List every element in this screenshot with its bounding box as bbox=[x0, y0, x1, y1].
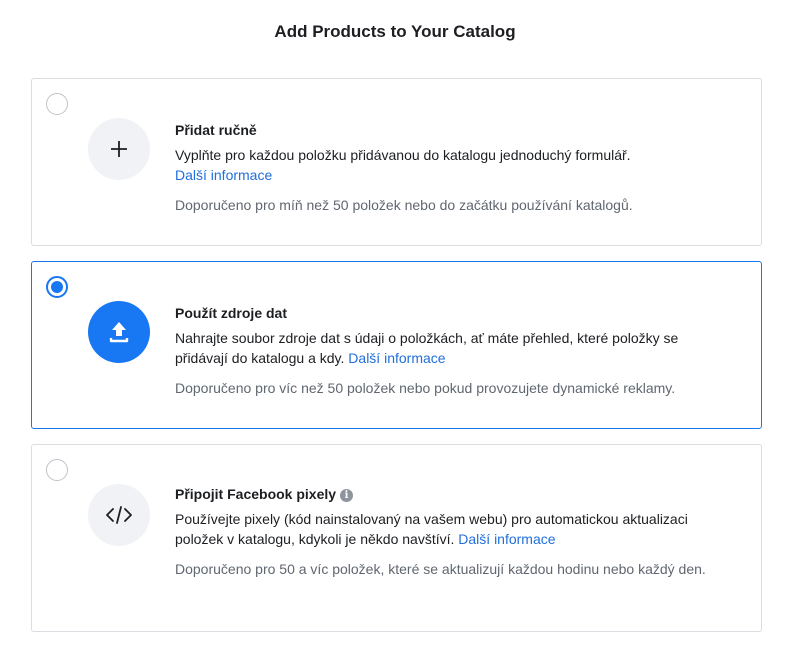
option-content: Přidat ručně Vyplňte pro každou položku … bbox=[175, 121, 721, 215]
option-title: Použít zdroje dat bbox=[175, 305, 287, 321]
option-card-data-feed[interactable]: Použít zdroje dat Nahrajte soubor zdroje… bbox=[31, 261, 762, 429]
page-title: Add Products to Your Catalog bbox=[274, 22, 516, 41]
description-text: Vyplňte pro každou položku přidávanou do… bbox=[175, 147, 631, 163]
description-text: Používejte pixely (kód nainstalovaný na … bbox=[175, 511, 688, 547]
option-title: Přidat ručně bbox=[175, 122, 257, 138]
plus-icon bbox=[88, 118, 150, 180]
code-icon bbox=[88, 484, 150, 546]
option-recommendation: Doporučeno pro míň než 50 položek nebo d… bbox=[175, 197, 633, 213]
option-content: Použít zdroje dat Nahrajte soubor zdroje… bbox=[175, 304, 721, 398]
option-description: Vyplňte pro každou položku přidávanou do… bbox=[175, 145, 721, 185]
option-card-manual[interactable]: Přidat ručně Vyplňte pro každou položku … bbox=[31, 78, 762, 246]
learn-more-link[interactable]: Další informace bbox=[175, 167, 272, 183]
upload-icon bbox=[88, 301, 150, 363]
info-icon[interactable]: i bbox=[340, 489, 354, 502]
option-content: Připojit Facebook pixely i Používejte pix… bbox=[175, 485, 721, 579]
option-recommendation: Doporučeno pro víc než 50 položek nebo p… bbox=[175, 380, 676, 396]
option-title: Připojit Facebook pixely i bbox=[175, 485, 721, 503]
option-recommendation: Doporučeno pro 50 a víc položek, které s… bbox=[175, 561, 706, 577]
radio-dot bbox=[51, 281, 63, 293]
option-description: Nahrajte soubor zdroje dat s údaji o pol… bbox=[175, 328, 721, 368]
radio-button-manual[interactable] bbox=[46, 93, 68, 115]
radio-button-pixel[interactable] bbox=[46, 459, 68, 481]
option-description: Používejte pixely (kód nainstalovaný na … bbox=[175, 509, 721, 549]
radio-button-data-feed[interactable] bbox=[46, 276, 68, 298]
learn-more-link[interactable]: Další informace bbox=[458, 531, 555, 547]
option-title-text: Připojit Facebook pixely bbox=[175, 486, 337, 502]
option-card-pixel[interactable]: Připojit Facebook pixely i Používejte pix… bbox=[31, 444, 762, 632]
learn-more-link[interactable]: Další informace bbox=[348, 350, 445, 366]
